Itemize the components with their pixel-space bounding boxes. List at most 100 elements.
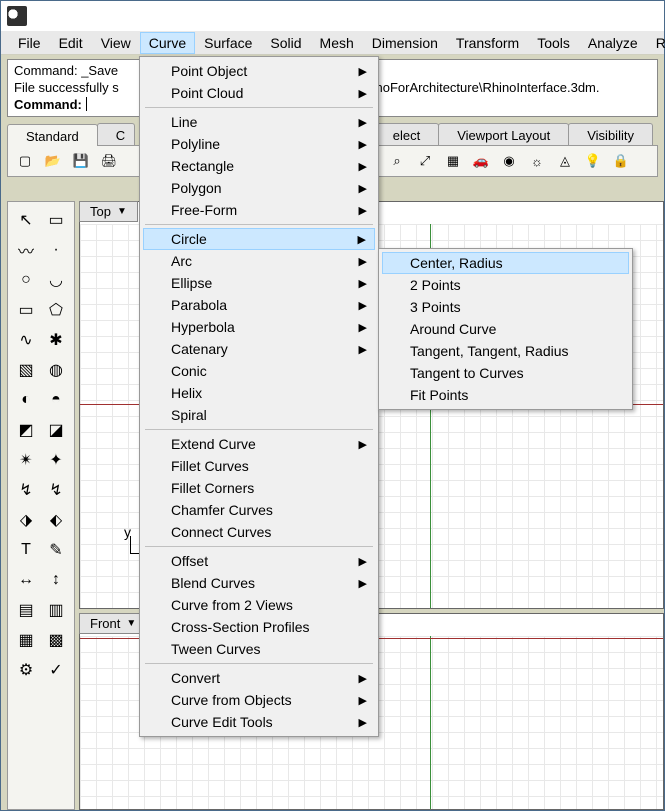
menu-item-line[interactable]: Line▶ [143,111,375,133]
rect-icon[interactable]: ▭ [12,296,40,324]
menu-dimension[interactable]: Dimension [363,32,447,54]
viewport-menu-drop-icon[interactable]: ▼ [117,206,127,217]
menu-item-hyperbola[interactable]: Hyperbola▶ [143,316,375,338]
save-file-icon[interactable]: 💾 [70,150,92,172]
join-icon[interactable]: ✦ [42,446,70,474]
point-icon[interactable]: · [42,236,70,264]
layers2-icon[interactable]: ▥ [42,596,70,624]
viewport-label-front[interactable]: Front▼ [79,613,147,634]
submenu-item-tangent-tangent-radius[interactable]: Tangent, Tangent, Radius [382,340,629,362]
toolbar-tab[interactable]: elect [374,123,439,145]
withdraw2-icon[interactable]: ↯ [42,476,70,504]
new-file-icon[interactable]: ▢ [14,150,36,172]
light-icon[interactable]: 💡 [582,150,604,172]
deform-icon[interactable]: ⬗ [12,506,40,534]
menu-item-connect-curves[interactable]: Connect Curves [143,521,375,543]
grid-icon[interactable]: ▩ [42,626,70,654]
submenu-item-2-points[interactable]: 2 Points [382,274,629,296]
menu-file[interactable]: File [9,32,50,54]
toolbar-tab[interactable]: C [97,123,135,145]
menu-item-curve-from-2-views[interactable]: Curve from 2 Views [143,594,375,616]
menu-item-ellipse[interactable]: Ellipse▶ [143,272,375,294]
lock-icon[interactable]: 🔒 [610,150,632,172]
zoom-extents-icon[interactable]: ⤢ [414,150,436,172]
properties-icon[interactable]: ▦ [12,626,40,654]
shade-icon[interactable]: ◉ [498,150,520,172]
menu-item-blend-curves[interactable]: Blend Curves▶ [143,572,375,594]
cylinder-icon[interactable]: ◍ [42,356,70,384]
menu-item-polyline[interactable]: Polyline▶ [143,133,375,155]
menu-item-polygon[interactable]: Polygon▶ [143,177,375,199]
toolbar-tab[interactable]: Viewport Layout [438,123,569,145]
menu-item-point-object[interactable]: Point Object▶ [143,60,375,82]
menu-item-convert[interactable]: Convert▶ [143,667,375,689]
views-icon[interactable]: ▦ [442,150,464,172]
dim-icon[interactable]: ↔ [12,566,40,594]
annotate-icon[interactable]: ✎ [42,536,70,564]
menu-item-conic[interactable]: Conic [143,360,375,382]
open-file-icon[interactable]: 📂 [42,150,64,172]
menu-item-helix[interactable]: Helix [143,382,375,404]
toolbar-tab[interactable]: Standard [7,124,98,146]
ghosted-icon[interactable]: ◬ [554,150,576,172]
polygon-icon[interactable]: ⬠ [42,296,70,324]
viewport-menu-drop-icon[interactable]: ▼ [126,618,136,629]
menu-edit[interactable]: Edit [50,32,92,54]
menu-analyze[interactable]: Analyze [579,32,647,54]
menu-item-tween-curves[interactable]: Tween Curves [143,638,375,660]
submenu-item-3-points[interactable]: 3 Points [382,296,629,318]
circle-icon[interactable]: ○ [12,266,40,294]
menu-mesh[interactable]: Mesh [311,32,363,54]
menu-item-curve-from-objects[interactable]: Curve from Objects▶ [143,689,375,711]
menu-item-chamfer-curves[interactable]: Chamfer Curves [143,499,375,521]
menu-item-fillet-corners[interactable]: Fillet Corners [143,477,375,499]
submenu-item-center-radius[interactable]: Center, Radius [382,252,629,274]
menu-solid[interactable]: Solid [261,32,310,54]
cone-icon[interactable]: ◓ [42,386,70,414]
menu-item-catenary[interactable]: Catenary▶ [143,338,375,360]
render-icon[interactable]: 🚗 [470,150,492,172]
menu-curve[interactable]: Curve [140,32,195,54]
curve-icon[interactable]: 〰 [12,236,40,264]
check-icon[interactable]: ✓ [42,656,70,684]
explode-icon[interactable]: ✴ [12,446,40,474]
toolbar-tab[interactable]: Visibility [568,123,653,145]
menu-item-cross-section-profiles[interactable]: Cross-Section Profiles [143,616,375,638]
menu-item-point-cloud[interactable]: Point Cloud▶ [143,82,375,104]
menu-item-spiral[interactable]: Spiral [143,404,375,426]
menu-surface[interactable]: Surface [195,32,261,54]
freeform-icon[interactable]: ✱ [42,326,70,354]
sun-icon[interactable]: ☼ [526,150,548,172]
menu-tools[interactable]: Tools [528,32,579,54]
arc-icon[interactable]: ◡ [42,266,70,294]
loft-icon[interactable]: ◪ [42,416,70,444]
text-icon[interactable]: T [12,536,40,564]
box-icon[interactable]: ▧ [12,356,40,384]
menu-item-offset[interactable]: Offset▶ [143,550,375,572]
menu-item-fillet-curves[interactable]: Fillet Curves [143,455,375,477]
menu-item-parabola[interactable]: Parabola▶ [143,294,375,316]
withdraw-icon[interactable]: ↯ [12,476,40,504]
menu-item-arc[interactable]: Arc▶ [143,250,375,272]
menu-item-rectangle[interactable]: Rectangle▶ [143,155,375,177]
menu-rend[interactable]: Rend [647,32,665,54]
menu-item-circle[interactable]: Circle▶ [143,228,375,250]
arrow-icon[interactable]: ↖ [12,206,40,234]
layers-icon[interactable]: ▤ [12,596,40,624]
submenu-item-around-curve[interactable]: Around Curve [382,318,629,340]
selection-icon[interactable]: ▭ [42,206,70,234]
menu-view[interactable]: View [92,32,140,54]
polyline-icon[interactable]: ∿ [12,326,40,354]
submenu-item-fit-points[interactable]: Fit Points [382,384,629,406]
menu-item-free-form[interactable]: Free-Form▶ [143,199,375,221]
zoom-window-icon[interactable]: ⌕ [386,150,408,172]
viewport-label-top[interactable]: Top▼ [79,201,138,222]
dim2-icon[interactable]: ↕ [42,566,70,594]
surface-icon[interactable]: ◩ [12,416,40,444]
submenu-item-tangent-to-curves[interactable]: Tangent to Curves [382,362,629,384]
options-icon[interactable]: ⚙ [12,656,40,684]
sphere-icon[interactable]: ◐ [12,386,40,414]
deform2-icon[interactable]: ⬖ [42,506,70,534]
menu-item-extend-curve[interactable]: Extend Curve▶ [143,433,375,455]
menu-transform[interactable]: Transform [447,32,528,54]
